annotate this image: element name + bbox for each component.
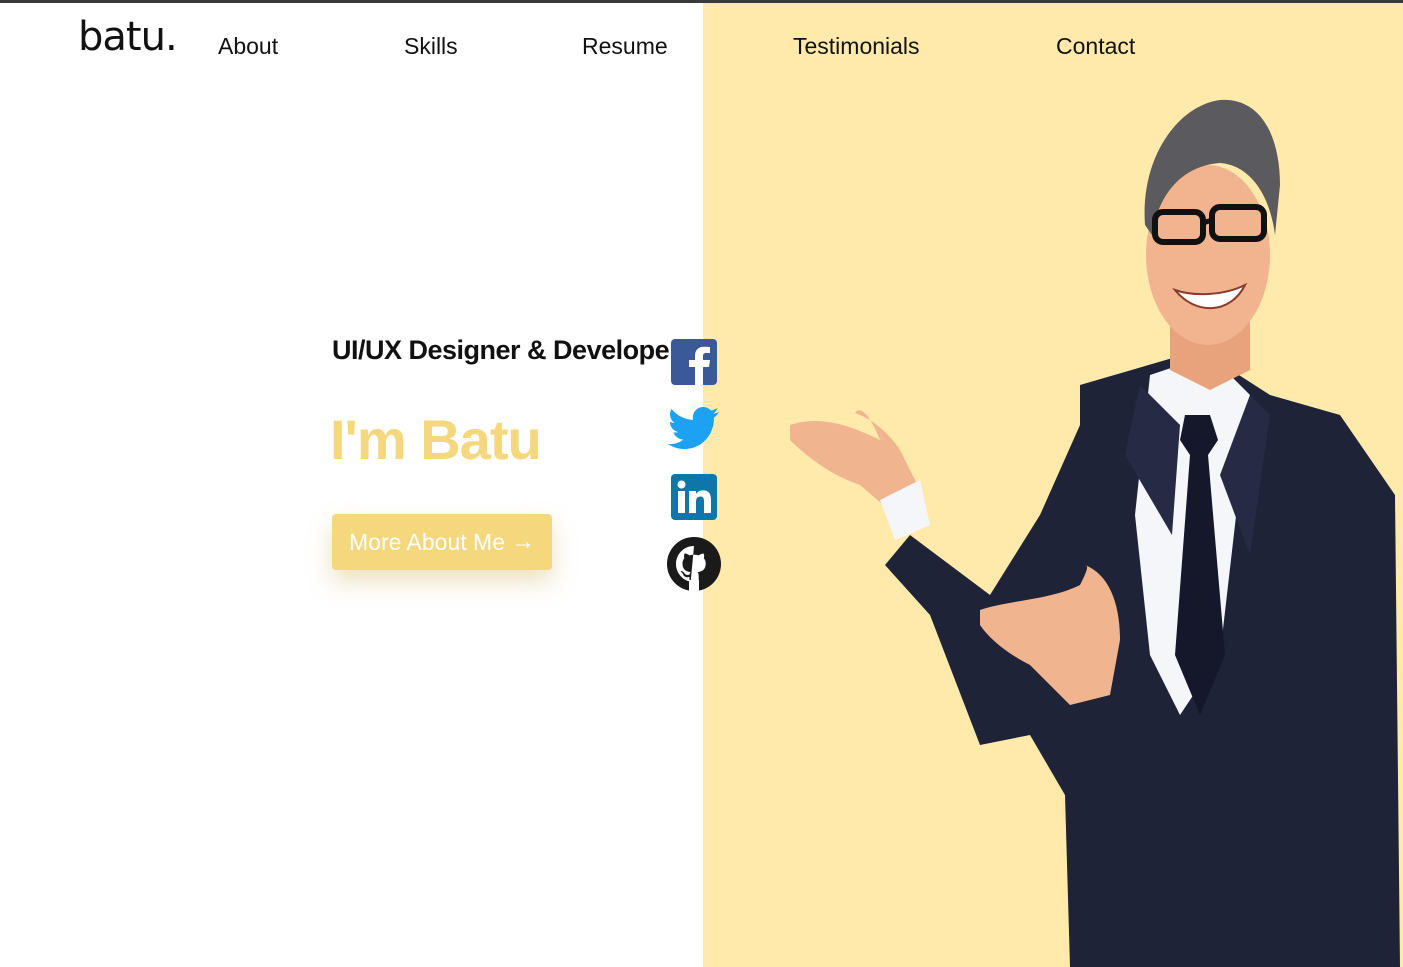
hero-headline: I'm Batu (330, 408, 542, 471)
arrow-right-icon: → (510, 528, 535, 555)
hero-subtitle: UI/UX Designer & Developer (332, 335, 680, 365)
nav-about[interactable]: About (218, 33, 278, 60)
more-about-me-button[interactable]: More About Me → (332, 514, 552, 570)
linkedin-icon[interactable] (666, 471, 722, 523)
nav-testimonials[interactable]: Testimonials (793, 33, 920, 60)
nav-contact[interactable]: Contact (1056, 33, 1135, 60)
nav-skills[interactable]: Skills (404, 33, 458, 60)
nav-resume[interactable]: Resume (582, 33, 668, 60)
cta-label: More About Me (349, 528, 505, 555)
github-icon[interactable] (666, 537, 722, 592)
twitter-icon[interactable] (666, 404, 722, 456)
site-logo[interactable]: batu. (78, 14, 178, 60)
facebook-icon[interactable] (666, 336, 722, 388)
presenter-photo (790, 99, 1400, 967)
